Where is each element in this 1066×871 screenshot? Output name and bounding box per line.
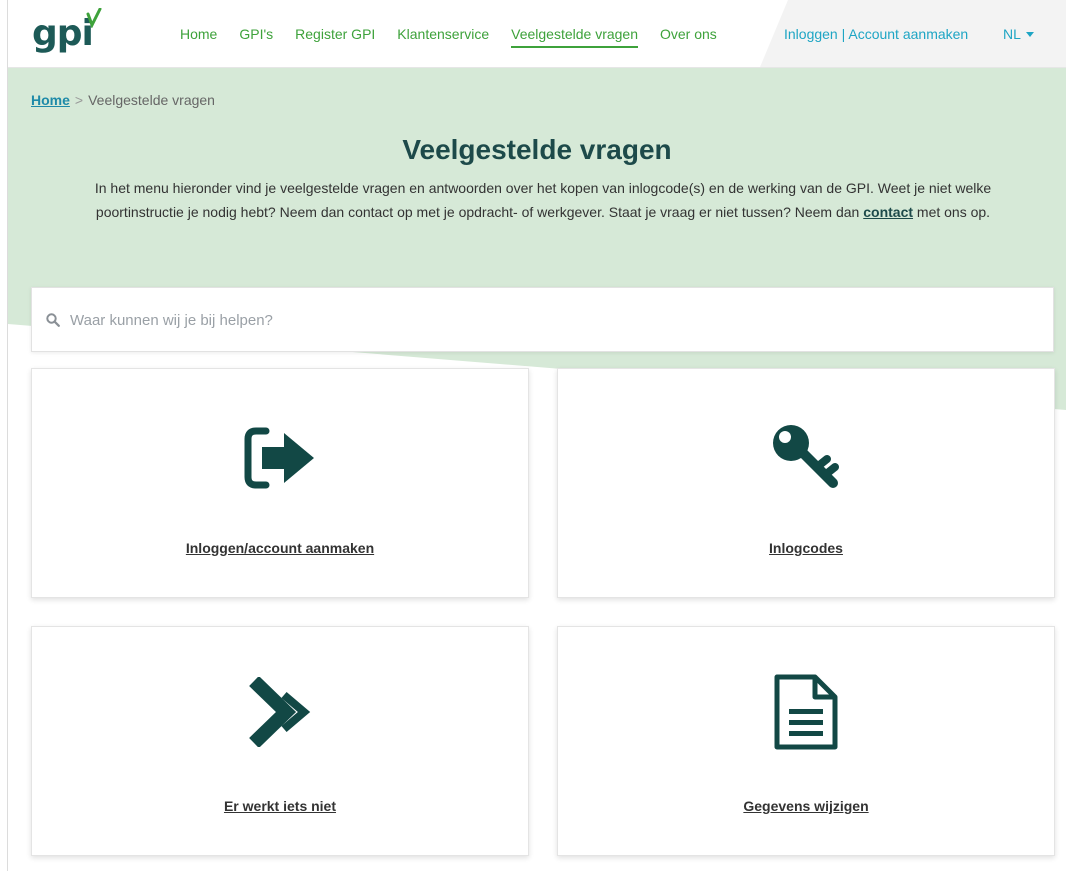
main-nav: Home GPI's Register GPI Klantenservice V… — [180, 24, 739, 48]
faq-search-box[interactable] — [31, 287, 1054, 352]
card-inlogcodes[interactable]: Inlogcodes — [557, 368, 1055, 598]
page-left-border — [7, 0, 8, 871]
double-chevron-right-icon — [249, 677, 311, 747]
caret-down-icon — [1025, 32, 1034, 37]
intro-line-2a: poortinstructie je nodig hebt? Neem dan … — [95, 204, 864, 220]
logo-text: gpi — [32, 13, 94, 54]
login-register-link[interactable]: Inloggen | Account aanmaken — [784, 26, 968, 42]
gpi-logo[interactable]: gpi — [32, 13, 94, 54]
intro-line-2b: met ons op. — [913, 204, 991, 220]
nav-klantenservice[interactable]: Klantenservice — [397, 24, 489, 48]
language-label: NL — [1003, 26, 1021, 42]
nav-gpis[interactable]: GPI's — [239, 24, 273, 48]
language-selector[interactable]: NL — [1003, 26, 1034, 42]
breadcrumb-current: Veelgestelde vragen — [88, 92, 215, 108]
card-label: Er werkt iets niet — [223, 798, 337, 814]
nav-register-gpi[interactable]: Register GPI — [295, 24, 375, 48]
breadcrumb-home-link[interactable]: Home — [31, 92, 70, 108]
sign-in-icon — [244, 427, 314, 489]
card-label: Gegevens wijzigen — [743, 798, 869, 814]
breadcrumb-separator: > — [74, 92, 84, 108]
card-label: Inlogcodes — [769, 540, 843, 556]
card-icon-wrap — [32, 677, 528, 747]
card-er-werkt-iets-niet[interactable]: Er werkt iets niet — [31, 626, 529, 856]
nav-home[interactable]: Home — [180, 24, 217, 48]
card-icon-wrap — [558, 421, 1054, 491]
intro-text: In het menu hieronder vind je veelgestel… — [60, 176, 1026, 224]
contact-link[interactable]: contact — [863, 204, 913, 220]
nav-veelgestelde-vragen[interactable]: Veelgestelde vragen — [511, 24, 638, 48]
document-icon — [774, 674, 838, 750]
card-icon-wrap — [558, 673, 1054, 751]
card-inloggen-account[interactable]: Inloggen/account aanmaken — [31, 368, 529, 598]
breadcrumb: Home > Veelgestelde vragen — [31, 92, 215, 108]
card-label: Inloggen/account aanmaken — [185, 540, 375, 556]
search-input[interactable] — [70, 306, 1030, 334]
logo-check-icon — [86, 8, 102, 28]
nav-over-ons[interactable]: Over ons — [660, 24, 717, 48]
key-icon — [773, 425, 839, 488]
card-icon-wrap — [32, 427, 528, 489]
page-title: Veelgestelde vragen — [402, 134, 672, 165]
hero-background — [8, 68, 1066, 410]
search-icon — [46, 313, 60, 327]
card-gegevens-wijzigen[interactable]: Gegevens wijzigen — [557, 626, 1055, 856]
intro-line-1: In het menu hieronder vind je veelgestel… — [94, 180, 992, 196]
